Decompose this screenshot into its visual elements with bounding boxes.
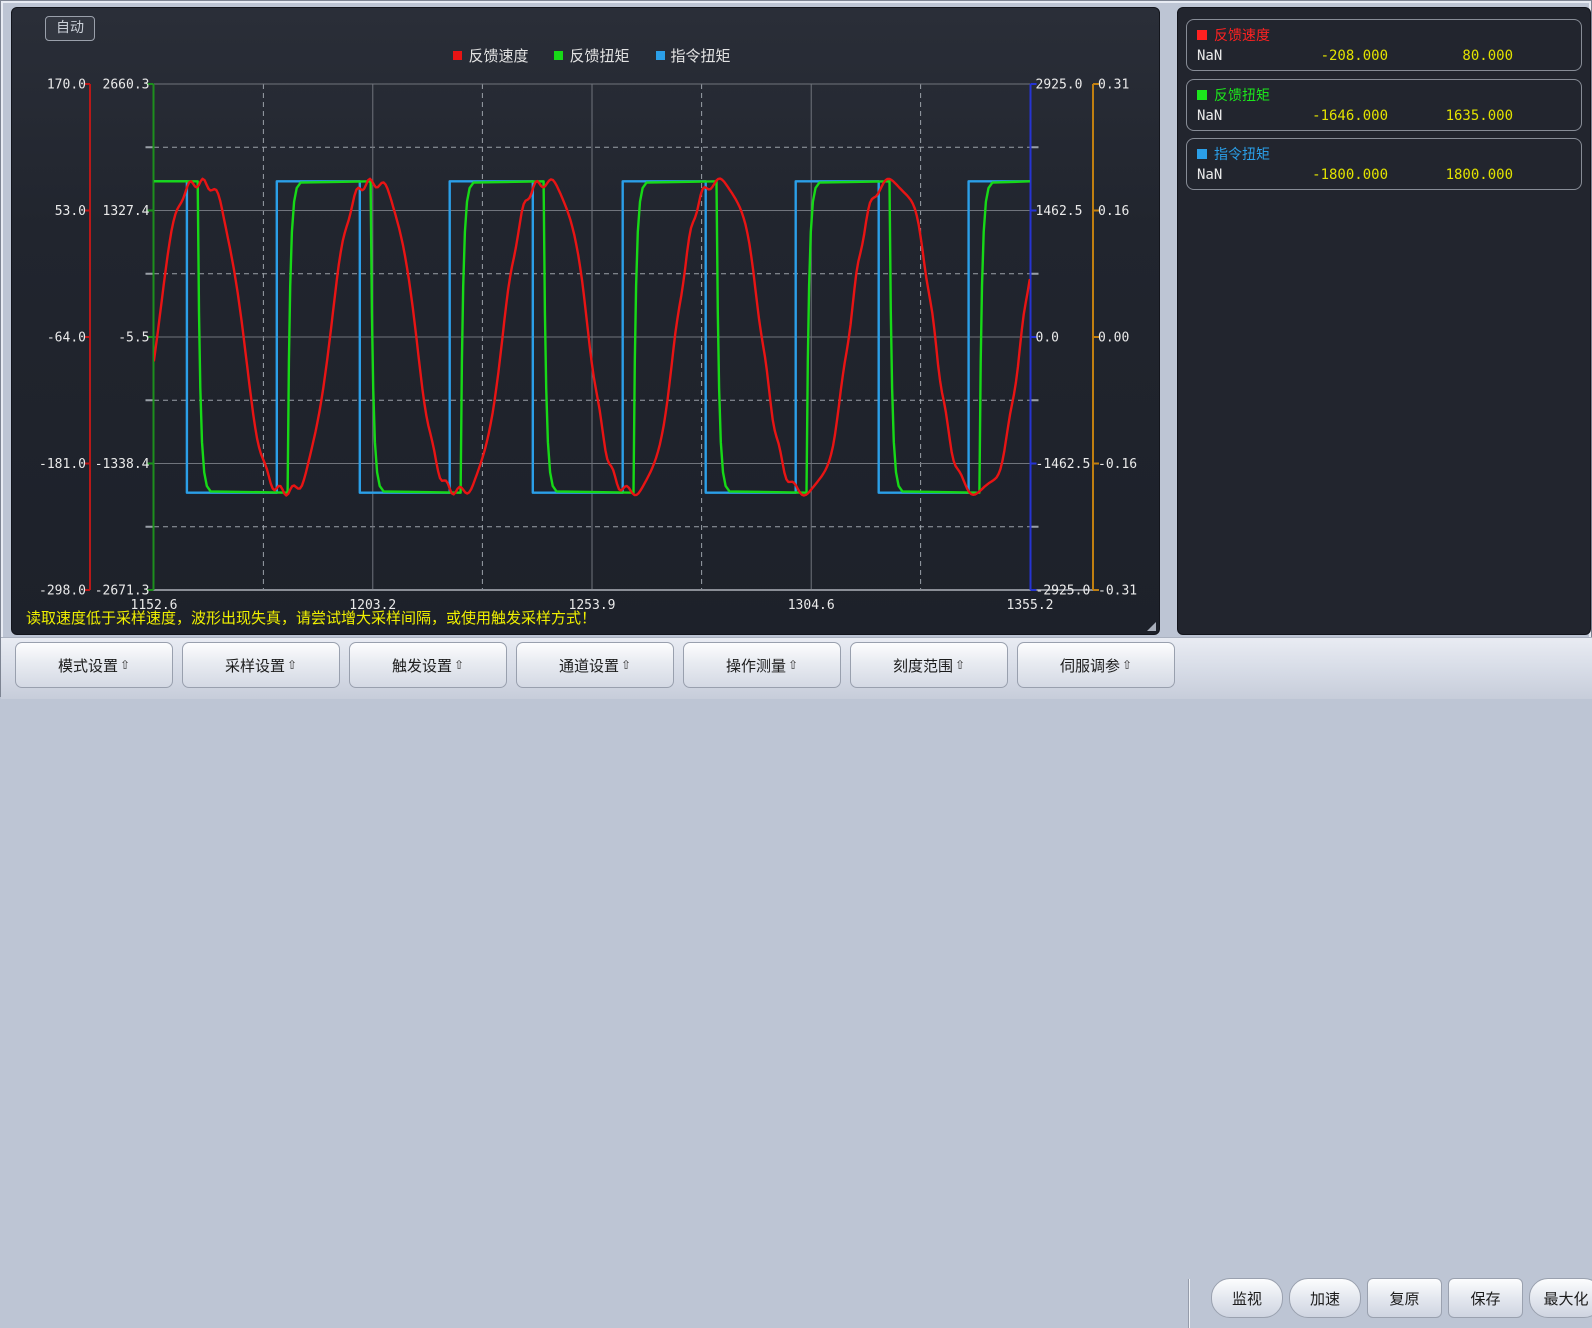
channel-current-value: NaN	[1197, 48, 1258, 64]
button-label: 采样设置	[225, 655, 285, 676]
scale-range-button[interactable]: 刻度范围 ⇧	[850, 642, 1008, 688]
channel-max-value: 1635.000	[1388, 108, 1513, 124]
menu-button-row: 模式设置 ⇧ 采样设置 ⇧ 触发设置 ⇧ 通道设置 ⇧ 操作测量 ⇧ 刻度范围 …	[15, 642, 1175, 688]
red-axis-tick-label: 170.0	[47, 78, 86, 93]
channel-name: 反馈扭矩	[1214, 85, 1270, 105]
arrow-up-icon: ⇧	[454, 658, 464, 672]
arrow-up-icon: ⇧	[955, 658, 965, 672]
channel-card-feedback-torque: 反馈扭矩 NaN -1646.000 1635.000	[1186, 79, 1582, 131]
channel-title: 反馈扭矩	[1187, 80, 1581, 105]
blue-axis-tick-label: 0.0	[1036, 331, 1059, 346]
orange-axis-tick-label: -0.16	[1098, 457, 1137, 472]
channel-min-value: -1800.000	[1258, 167, 1388, 183]
channel-max-value: 1800.000	[1388, 167, 1513, 183]
channel-name: 指令扭矩	[1214, 144, 1270, 164]
button-label: 模式设置	[58, 655, 118, 676]
restore-button[interactable]: 复原	[1367, 1278, 1442, 1318]
channel-current-value: NaN	[1197, 108, 1258, 124]
red-axis-tick-label: 53.0	[55, 204, 86, 219]
channel-readout-panel: 反馈速度 NaN -208.000 80.000 反馈扭矩 NaN -1646.…	[1177, 7, 1591, 635]
channel-title: 指令扭矩	[1187, 139, 1581, 164]
green-swatch-icon	[1197, 90, 1207, 100]
orange-axis-tick-label: -0.31	[1098, 584, 1137, 599]
chart-axes: 170.0 53.0 -64.0 -181.0 -298.0 2660.3 1327.4 -5…	[39, 78, 1137, 614]
channel-card-feedback-speed: 反馈速度 NaN -208.000 80.000	[1186, 19, 1582, 71]
app-window: 自动 反馈速度 反馈扭矩 指令扭矩 170.053.0-64.0-181.0-2…	[0, 0, 1592, 697]
measure-operations-button[interactable]: 操作测量 ⇧	[683, 642, 841, 688]
red-axis-tick-label: -64.0	[47, 331, 86, 346]
arrow-up-icon: ⇧	[287, 658, 297, 672]
toolbar-divider	[1188, 1279, 1189, 1328]
sampling-warning-text: 读取速度低于采样速度，波形出现失真，请尝试增大采样间隔，或使用触发采样方式！	[26, 607, 596, 628]
save-button[interactable]: 保存	[1448, 1278, 1523, 1318]
speed-up-button[interactable]: 加速	[1289, 1278, 1361, 1318]
arrow-up-icon: ⇧	[120, 658, 130, 672]
red-swatch-icon	[1197, 30, 1207, 40]
green-axis-tick-label: 2660.3	[103, 78, 150, 93]
sampling-settings-button[interactable]: 采样设置 ⇧	[182, 642, 340, 688]
orange-axis-tick-label: 0.00	[1098, 331, 1129, 346]
monitor-button[interactable]: 监视	[1211, 1278, 1283, 1318]
x-axis-tick-label: 1304.6	[788, 598, 835, 613]
arrow-up-icon: ⇧	[621, 658, 631, 672]
blue-axis-tick-label: -1462.5	[1036, 457, 1091, 472]
green-axis-tick-label: 1327.4	[103, 204, 150, 219]
green-axis-tick-label: -1338.4	[95, 457, 150, 472]
green-axis-tick-label: -2671.3	[95, 584, 150, 599]
maximize-button[interactable]: 最大化	[1529, 1278, 1592, 1318]
channel-title: 反馈速度	[1187, 20, 1581, 45]
channel-name: 反馈速度	[1214, 25, 1270, 45]
blue-swatch-icon	[1197, 149, 1207, 159]
bottom-toolbar: 模式设置 ⇧ 采样设置 ⇧ 触发设置 ⇧ 通道设置 ⇧ 操作测量 ⇧ 刻度范围 …	[1, 637, 1592, 699]
action-button-row: 监视 加速 复原 保存 最大化	[1211, 1278, 1592, 1318]
waveform-chart: 170.0 53.0 -64.0 -181.0 -298.0 2660.3 1327.4 -5…	[12, 8, 1159, 634]
trigger-settings-button[interactable]: 触发设置 ⇧	[349, 642, 507, 688]
red-axis-tick-label: -181.0	[39, 457, 86, 472]
channel-card-command-torque: 指令扭矩 NaN -1800.000 1800.000	[1186, 138, 1582, 190]
channel-settings-button[interactable]: 通道设置 ⇧	[516, 642, 674, 688]
blue-axis-tick-label: -2925.0	[1036, 584, 1091, 599]
blue-axis-tick-label: 1462.5	[1036, 204, 1083, 219]
button-label: 操作测量	[726, 655, 786, 676]
mode-settings-button[interactable]: 模式设置 ⇧	[15, 642, 173, 688]
red-axis-tick-label: -298.0	[39, 584, 86, 599]
button-label: 通道设置	[559, 655, 619, 676]
channel-current-value: NaN	[1197, 167, 1258, 183]
green-axis-tick-label: -5.5	[118, 331, 149, 346]
blue-axis-tick-label: 2925.0	[1036, 78, 1083, 93]
arrow-up-icon: ⇧	[1122, 658, 1132, 672]
button-label: 伺服调参	[1060, 655, 1120, 676]
resize-grip[interactable]	[1147, 622, 1156, 631]
channel-max-value: 80.000	[1388, 48, 1513, 64]
chart-panel: 自动 反馈速度 反馈扭矩 指令扭矩 170.053.0-64.0-181.0-2…	[11, 7, 1160, 635]
channel-min-value: -1646.000	[1258, 108, 1388, 124]
button-label: 刻度范围	[893, 655, 953, 676]
arrow-up-icon: ⇧	[788, 658, 798, 672]
servo-tuning-button[interactable]: 伺服调参 ⇧	[1017, 642, 1175, 688]
x-axis-tick-label: 1355.2	[1007, 598, 1054, 613]
chart-grid	[146, 84, 1094, 590]
channel-min-value: -208.000	[1258, 48, 1388, 64]
button-label: 触发设置	[392, 655, 452, 676]
orange-axis-tick-label: 0.16	[1098, 204, 1129, 219]
orange-axis-tick-label: 0.31	[1098, 78, 1129, 93]
